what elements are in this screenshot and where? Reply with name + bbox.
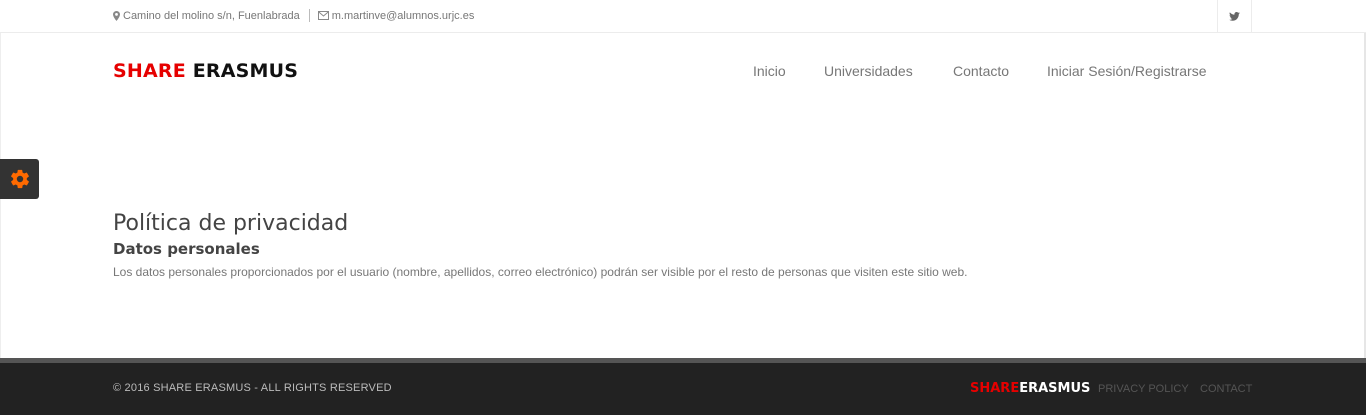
footer-logo[interactable]: SHAREERASMUS bbox=[970, 381, 1090, 396]
contact-info: Camino del molino s/n, Fuenlabrada m.mar… bbox=[113, 9, 474, 22]
nav-inicio[interactable]: Inicio bbox=[753, 63, 786, 79]
settings-toggle-button[interactable] bbox=[0, 159, 39, 199]
envelope-icon bbox=[317, 11, 329, 20]
twitter-icon bbox=[1229, 12, 1240, 21]
page-title: Política de privacidad bbox=[113, 211, 349, 236]
logo-erasmus: ERASMUS bbox=[192, 60, 299, 82]
divider bbox=[308, 9, 310, 22]
address-text: Camino del molino s/n, Fuenlabrada bbox=[123, 9, 300, 22]
nav-universidades[interactable]: Universidades bbox=[824, 63, 913, 79]
map-marker-icon bbox=[113, 10, 120, 21]
nav-contacto[interactable]: Contacto bbox=[953, 63, 1009, 79]
footer: © 2016 SHARE ERASMUS - ALL RIGHTS RESERV… bbox=[0, 363, 1366, 415]
email-link[interactable]: m.martinve@alumnos.urjc.es bbox=[332, 10, 475, 22]
site-logo[interactable]: SHARE ERASMUS bbox=[113, 60, 298, 82]
privacy-text: Los datos personales proporcionados por … bbox=[113, 265, 968, 279]
logo-share: SHARE bbox=[113, 60, 186, 82]
nav-login[interactable]: Iniciar Sesión/Registrarse bbox=[1047, 63, 1207, 79]
main-content: Política de privacidad Datos personales … bbox=[113, 210, 967, 281]
footer-privacy-link[interactable]: PRIVACY POLICY bbox=[1098, 383, 1189, 395]
copyright-text: © 2016 SHARE ERASMUS - ALL RIGHTS RESERV… bbox=[113, 382, 392, 394]
section-heading: Datos personales bbox=[113, 240, 260, 258]
twitter-button[interactable] bbox=[1217, 0, 1252, 33]
top-info-bar: Camino del molino s/n, Fuenlabrada m.mar… bbox=[0, 0, 1366, 33]
footer-contact-link[interactable]: CONTACT bbox=[1200, 383, 1252, 395]
footer-logo-erasmus: ERASMUS bbox=[1019, 381, 1091, 396]
gear-icon bbox=[10, 169, 29, 189]
footer-logo-share: SHARE bbox=[970, 381, 1020, 396]
